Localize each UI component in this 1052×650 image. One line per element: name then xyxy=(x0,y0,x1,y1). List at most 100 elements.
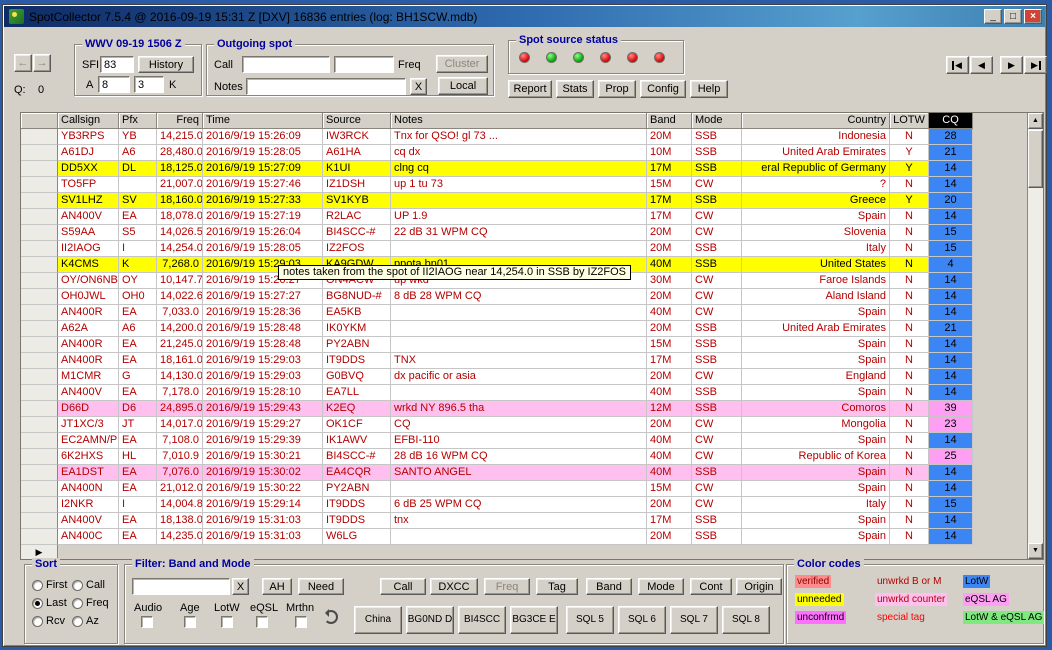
table-row[interactable]: II2IAOGI14,254.02016/9/19 15:28:05IZ2FOS… xyxy=(21,241,1043,257)
table-row[interactable]: AN400VEA18,138.02016/9/19 15:31:03IT9DDS… xyxy=(21,513,1043,529)
table-row[interactable]: AN400VEA7,178.02016/9/19 15:28:10EA7LL40… xyxy=(21,385,1043,401)
sfi-field[interactable] xyxy=(100,56,134,73)
freq-input[interactable] xyxy=(334,56,394,73)
help-button[interactable]: Help xyxy=(690,80,728,98)
notes-input[interactable] xyxy=(246,78,406,95)
row-selector[interactable] xyxy=(21,353,58,369)
table-row[interactable]: SV1LHZSV18,160.02016/9/19 15:27:33SV1KYB… xyxy=(21,193,1043,209)
filter-button-ah[interactable]: AH xyxy=(262,578,292,595)
filter-preset-sql-7[interactable]: SQL 7 xyxy=(670,606,718,634)
table-row[interactable]: TO5FP21,007.02016/9/19 15:27:46IZ1DSHup … xyxy=(21,177,1043,193)
row-selector[interactable] xyxy=(21,177,58,193)
table-row[interactable]: A61DJA628,480.02016/9/19 15:28:05A61HAcq… xyxy=(21,145,1043,161)
row-selector[interactable] xyxy=(21,161,58,177)
table-row[interactable]: AN400NEA21,012.02016/9/19 15:30:22PY2ABN… xyxy=(21,481,1043,497)
stats-button[interactable]: Stats xyxy=(556,80,594,98)
nav-first-button[interactable]: ◀ xyxy=(946,56,969,74)
scroll-up-button[interactable]: ▲ xyxy=(1028,113,1043,129)
table-row[interactable]: D66DD624,895.02016/9/19 15:29:43K2EQwrkd… xyxy=(21,401,1043,417)
minimize-button[interactable]: _ xyxy=(984,9,1002,24)
row-selector[interactable] xyxy=(21,513,58,529)
filter-button-mode[interactable]: Mode xyxy=(638,578,684,595)
filter-preset-china[interactable]: China xyxy=(354,606,402,634)
row-selector[interactable] xyxy=(21,273,58,289)
filter-button-freq[interactable]: Freq xyxy=(484,578,530,595)
row-selector[interactable] xyxy=(21,209,58,225)
spot-table[interactable]: CallsignPfxFreqTimeSourceNotesBandModeCo… xyxy=(20,112,1044,560)
filter-preset-sql-8[interactable]: SQL 8 xyxy=(722,606,770,634)
filter-preset-sql-5[interactable]: SQL 5 xyxy=(566,606,614,634)
row-selector[interactable] xyxy=(21,465,58,481)
table-row[interactable]: AN400VEA18,078.02016/9/19 15:27:19R2LACU… xyxy=(21,209,1043,225)
row-selector[interactable] xyxy=(21,257,58,273)
filter-button-cont[interactable]: Cont xyxy=(690,578,732,595)
row-selector[interactable] xyxy=(21,497,58,513)
table-row[interactable]: OH0JWLOH014,022.62016/9/19 15:27:27BG8NU… xyxy=(21,289,1043,305)
col-header-pfx[interactable]: Pfx xyxy=(119,113,157,129)
table-row[interactable]: 6K2HXSHL7,010.92016/9/19 15:30:21BI4SCC-… xyxy=(21,449,1043,465)
row-selector[interactable] xyxy=(21,449,58,465)
table-row[interactable]: JT1XC/3JT14,017.02016/9/19 15:29:27OK1CF… xyxy=(21,417,1043,433)
col-header-lotw[interactable]: LOTW xyxy=(890,113,929,129)
col-header-callsign[interactable]: Callsign xyxy=(58,113,119,129)
row-selector[interactable] xyxy=(21,481,58,497)
clear-notes-button[interactable]: X xyxy=(410,78,427,95)
close-button[interactable]: × xyxy=(1024,9,1042,24)
maximize-button[interactable]: □ xyxy=(1004,9,1022,24)
filter-button-origin[interactable]: Origin xyxy=(736,578,782,595)
scroll-down-button[interactable]: ▼ xyxy=(1028,543,1043,559)
table-row[interactable]: DD5XXDL18,125.02016/9/19 15:27:09K1UIcln… xyxy=(21,161,1043,177)
nav-last-button[interactable]: ▶ xyxy=(1024,56,1047,74)
col-header-time[interactable]: Time xyxy=(203,113,323,129)
row-selector[interactable] xyxy=(21,529,58,545)
table-row[interactable]: AN400CEA14,235.02016/9/19 15:31:03W6LG20… xyxy=(21,529,1043,545)
row-selector[interactable] xyxy=(21,321,58,337)
row-selector[interactable] xyxy=(21,193,58,209)
filter-button-band[interactable]: Band xyxy=(586,578,632,595)
history-button[interactable]: History xyxy=(138,56,194,73)
nav-prev-button[interactable]: ◀ xyxy=(970,56,993,74)
table-row[interactable]: AN400REA18,161.02016/9/19 15:29:03IT9DDS… xyxy=(21,353,1043,369)
prop-button[interactable]: Prop xyxy=(598,80,636,98)
a-index-field[interactable] xyxy=(98,76,130,93)
k-index-field[interactable] xyxy=(134,76,164,93)
forward-button[interactable]: → xyxy=(33,54,51,72)
row-selector[interactable] xyxy=(21,225,58,241)
col-header-mode[interactable]: Mode xyxy=(692,113,742,129)
filter-preset-bi4scc[interactable]: BI4SCC xyxy=(458,606,506,634)
filter-clear-button[interactable]: X xyxy=(232,578,249,595)
config-button[interactable]: Config xyxy=(640,80,686,98)
row-selector[interactable] xyxy=(21,401,58,417)
row-selector[interactable] xyxy=(21,337,58,353)
back-button[interactable]: ← xyxy=(14,54,32,72)
local-button[interactable]: Local xyxy=(438,77,488,95)
table-row[interactable]: EA1DSTEA7,076.02016/9/19 15:30:02EA4CQRS… xyxy=(21,465,1043,481)
col-header-cq[interactable]: CQ xyxy=(929,113,973,129)
table-row[interactable]: A62AA614,200.02016/9/19 15:28:48IK0YKM20… xyxy=(21,321,1043,337)
col-header-notes[interactable]: Notes xyxy=(391,113,647,129)
row-selector[interactable] xyxy=(21,369,58,385)
table-row[interactable]: S59AAS514,026.52016/9/19 15:26:04BI4SCC-… xyxy=(21,225,1043,241)
vertical-scrollbar[interactable]: ▲ ▼ xyxy=(1027,113,1043,559)
filter-preset-bg3ce-e[interactable]: BG3CE E xyxy=(510,606,558,634)
filter-button-need[interactable]: Need xyxy=(298,578,344,595)
col-header-freq[interactable]: Freq xyxy=(157,113,203,129)
filter-button-call[interactable]: Call xyxy=(380,578,426,595)
row-selector[interactable] xyxy=(21,129,58,145)
scrollbar-thumb[interactable] xyxy=(1028,130,1043,188)
table-row[interactable]: AN400REA21,245.02016/9/19 15:28:48PY2ABN… xyxy=(21,337,1043,353)
filter-preset-sql-6[interactable]: SQL 6 xyxy=(618,606,666,634)
table-row[interactable]: YB3RPSYB14,215.02016/9/19 15:26:09IW3RCK… xyxy=(21,129,1043,145)
col-header-source[interactable]: Source xyxy=(323,113,391,129)
filter-button-tag[interactable]: Tag xyxy=(536,578,578,595)
filter-preset-bg0nd-d[interactable]: BG0ND D xyxy=(406,606,454,634)
row-selector[interactable] xyxy=(21,385,58,401)
filter-button-dxcc[interactable]: DXCC xyxy=(430,578,478,595)
row-selector[interactable] xyxy=(21,241,58,257)
call-input[interactable] xyxy=(242,56,330,73)
col-header-band[interactable]: Band xyxy=(647,113,692,129)
row-selector[interactable] xyxy=(21,289,58,305)
cluster-button[interactable]: Cluster xyxy=(436,55,488,73)
row-selector[interactable] xyxy=(21,305,58,321)
nav-next-button[interactable]: ▶ xyxy=(1000,56,1023,74)
